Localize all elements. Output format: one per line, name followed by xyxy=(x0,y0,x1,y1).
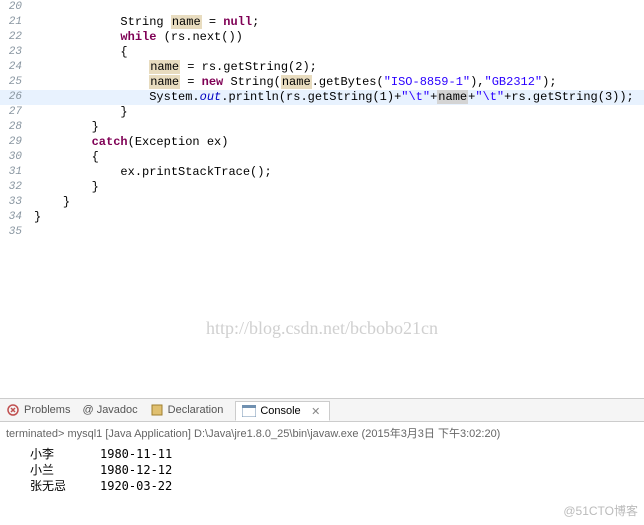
code-content[interactable]: { xyxy=(26,150,644,165)
code-line[interactable]: 21 String name = null; xyxy=(0,15,644,30)
tab-javadoc[interactable]: @ Javadoc xyxy=(82,404,137,416)
line-number: 28 xyxy=(0,120,26,135)
code-line[interactable]: 25 name = new String(name.getBytes("ISO-… xyxy=(0,75,644,90)
code-line[interactable]: 24 name = rs.getString(2); xyxy=(0,60,644,75)
line-number: 34 xyxy=(0,210,26,225)
console-row: 张无忌1920-03-22 xyxy=(30,478,614,494)
code-content[interactable] xyxy=(26,225,644,240)
close-icon[interactable]: ✕ xyxy=(309,404,323,418)
watermark-text: http://blog.csdn.net/bcbobo21cn xyxy=(0,318,644,339)
problems-icon xyxy=(6,403,20,417)
corner-watermark: @51CTO博客 xyxy=(563,502,638,519)
code-line[interactable]: 30 { xyxy=(0,150,644,165)
code-content[interactable]: } xyxy=(26,210,644,225)
code-content[interactable]: } xyxy=(26,180,644,195)
code-line[interactable]: 26 System.out.println(rs.getString(1)+"\… xyxy=(0,90,644,105)
code-line[interactable]: 35 xyxy=(0,225,644,240)
code-content[interactable]: } xyxy=(26,120,644,135)
console-view: terminated> mysql1 [Java Application] D:… xyxy=(0,422,644,496)
code-line[interactable]: 28 } xyxy=(0,120,644,135)
line-number: 33 xyxy=(0,195,26,210)
line-number: 21 xyxy=(0,15,26,30)
code-content[interactable]: while (rs.next()) xyxy=(26,30,644,45)
tab-label: Console xyxy=(260,405,300,417)
line-number: 26 xyxy=(0,90,26,105)
line-number: 20 xyxy=(0,0,26,15)
code-line[interactable]: 34} xyxy=(0,210,644,225)
console-icon xyxy=(242,404,256,418)
console-row: 小李1980-11-11 xyxy=(30,446,614,462)
tab-label: Problems xyxy=(24,404,70,416)
code-content[interactable]: System.out.println(rs.getString(1)+"\t"+… xyxy=(26,90,644,105)
code-content[interactable]: { xyxy=(26,45,644,60)
tab-label: Declaration xyxy=(168,404,224,416)
tab-label: @ Javadoc xyxy=(82,404,137,416)
tab-console[interactable]: Console ✕ xyxy=(235,401,329,421)
console-output[interactable]: 小李1980-11-11小兰1980-12-12张无忌1920-03-22 xyxy=(0,444,644,496)
line-number: 22 xyxy=(0,30,26,45)
line-number: 24 xyxy=(0,60,26,75)
code-line[interactable]: 29 catch(Exception ex) xyxy=(0,135,644,150)
console-row: 小兰1980-12-12 xyxy=(30,462,614,478)
code-content[interactable]: } xyxy=(26,195,644,210)
views-tab-bar: Problems @ Javadoc Declaration Console ✕ xyxy=(0,398,644,422)
tab-declaration[interactable]: Declaration xyxy=(150,403,224,417)
code-line[interactable]: 27 } xyxy=(0,105,644,120)
declaration-icon xyxy=(150,403,164,417)
line-number: 29 xyxy=(0,135,26,150)
line-number: 32 xyxy=(0,180,26,195)
line-number: 25 xyxy=(0,75,26,90)
tab-problems[interactable]: Problems xyxy=(6,403,70,417)
code-content[interactable]: name = rs.getString(2); xyxy=(26,60,644,75)
code-content[interactable]: catch(Exception ex) xyxy=(26,135,644,150)
code-content[interactable] xyxy=(26,0,644,15)
code-content[interactable]: } xyxy=(26,105,644,120)
code-line[interactable]: 22 while (rs.next()) xyxy=(0,30,644,45)
code-line[interactable]: 33 } xyxy=(0,195,644,210)
line-number: 31 xyxy=(0,165,26,180)
console-launch-info: terminated> mysql1 [Java Application] D:… xyxy=(0,422,644,444)
code-content[interactable]: String name = null; xyxy=(26,15,644,30)
line-number: 30 xyxy=(0,150,26,165)
code-line[interactable]: 23 { xyxy=(0,45,644,60)
code-content[interactable]: name = new String(name.getBytes("ISO-885… xyxy=(26,75,644,90)
code-content[interactable]: ex.printStackTrace(); xyxy=(26,165,644,180)
line-number: 27 xyxy=(0,105,26,120)
code-editor[interactable]: 2021 String name = null;22 while (rs.nex… xyxy=(0,0,644,398)
line-number: 23 xyxy=(0,45,26,60)
code-line[interactable]: 31 ex.printStackTrace(); xyxy=(0,165,644,180)
line-number: 35 xyxy=(0,225,26,240)
code-line[interactable]: 20 xyxy=(0,0,644,15)
code-line[interactable]: 32 } xyxy=(0,180,644,195)
